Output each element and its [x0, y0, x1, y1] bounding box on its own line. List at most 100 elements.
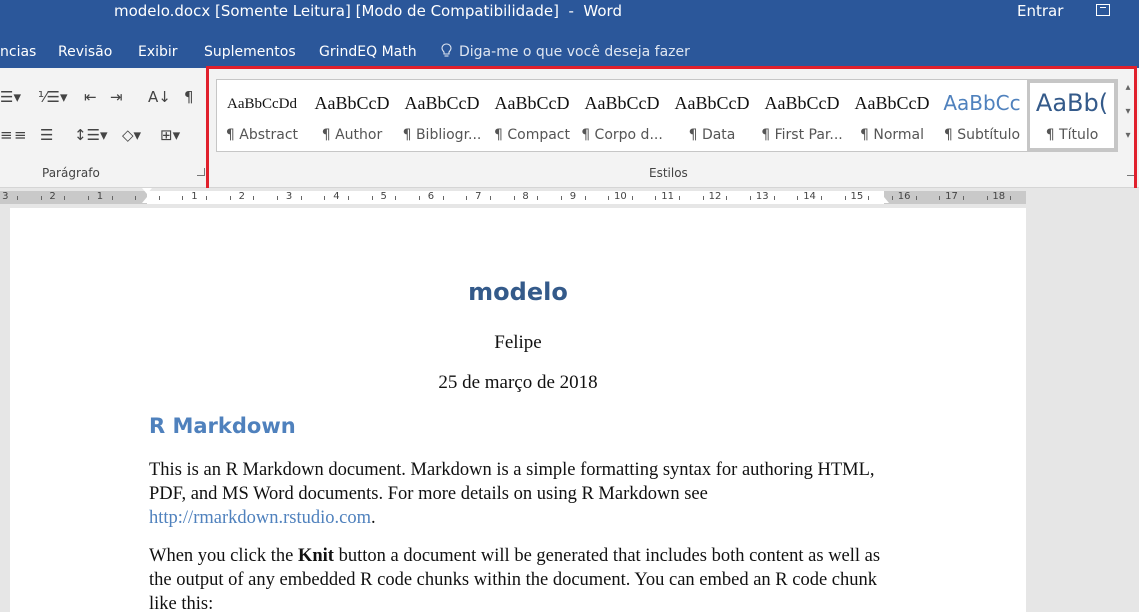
sort-icon[interactable]: A↓ [148, 88, 171, 106]
ruler-tick [277, 196, 278, 200]
shading-icon[interactable]: ◇▾ [122, 126, 141, 144]
sign-in-link[interactable]: Entrar [1017, 2, 1063, 20]
paragraph-2-before: When you click the [149, 546, 298, 566]
style-sample: AaBbCcD [584, 93, 660, 113]
scroll-down-icon[interactable]: ▾ [1122, 103, 1134, 121]
align-right-icon[interactable]: ≡ [14, 126, 27, 144]
style-name: ¶ Abstract [225, 127, 299, 143]
style-first-paragraph[interactable]: AaBbCcD ¶ First Par... [757, 80, 847, 151]
style-abstract[interactable]: AaBbCcDd ¶ Abstract [217, 80, 307, 151]
decrease-indent-icon[interactable]: ⇤ [84, 88, 97, 106]
group-separator [208, 72, 209, 180]
document-page[interactable]: modelo Felipe 25 de março de 2018 R Mark… [10, 208, 1026, 612]
ruler-tick [632, 196, 633, 200]
ruler-tick [868, 196, 869, 200]
style-sample: AaBb( [1035, 89, 1109, 117]
ribbon: ☰▾ ⅟☰▾ ⇤ ⇥ A↓ ¶ ≡ ≡ ☰ ↕☰▾ ◇▾ ⊞▾ Parágraf… [0, 68, 1139, 188]
style-name: ¶ Compact [494, 127, 570, 143]
tab-exibir[interactable]: Exibir [138, 44, 178, 60]
ruler-tick [466, 196, 467, 200]
styles-launcher-icon[interactable] [1127, 168, 1135, 176]
styles-gallery: AaBbCcDd ¶ Abstract AaBbCcD ¶ Author AaB… [216, 79, 1118, 152]
style-compact[interactable]: AaBbCcD ¶ Compact [487, 80, 577, 151]
align-center-icon[interactable]: ≡ [0, 126, 13, 144]
document-date: 25 de março de 2018 [438, 372, 598, 393]
ruler-tick [537, 196, 538, 200]
right-indent-marker[interactable] [879, 197, 889, 203]
ruler-tick [372, 196, 373, 200]
ribbon-tabs: ncias Revisão Exibir Suplementos GrindEQ… [0, 36, 1139, 68]
paragraph-launcher-icon[interactable] [197, 168, 205, 176]
numbering-icon[interactable]: ⅟☰▾ [38, 88, 68, 106]
first-line-indent-marker[interactable] [142, 188, 152, 194]
document-title: modelo [468, 278, 568, 306]
restore-icon[interactable] [1096, 4, 1110, 16]
style-sample: AaBbCcD [314, 93, 390, 113]
style-normal[interactable]: AaBbCcD ¶ Normal [847, 80, 937, 151]
borders-icon[interactable]: ⊞▾ [160, 126, 180, 144]
tab-suplementos[interactable]: Suplementos [204, 44, 296, 60]
more-styles-icon[interactable]: ▾ [1122, 127, 1134, 145]
style-name: ¶ Título [1045, 127, 1099, 143]
ruler-tick [963, 196, 964, 200]
tell-me-text: Diga-me o que você deseja fazer [459, 44, 690, 60]
style-name: ¶ First Par... [761, 127, 843, 143]
style-author[interactable]: AaBbCcD ¶ Author [307, 80, 397, 151]
ruler-tick [585, 196, 586, 200]
ruler-tick [1010, 196, 1011, 200]
ruler-number: 17 [945, 191, 958, 202]
tab-grindeq-math[interactable]: GrindEQ Math [319, 44, 417, 60]
tab-referencias[interactable]: ncias [0, 44, 36, 60]
increase-indent-icon[interactable]: ⇥ [110, 88, 123, 106]
paragraph-group: ☰▾ ⅟☰▾ ⇤ ⇥ A↓ ¶ ≡ ≡ ☰ ↕☰▾ ◇▾ ⊞▾ Parágraf… [0, 68, 210, 188]
style-subtitulo[interactable]: AaBbCc ¶ Subtítulo [937, 80, 1027, 151]
ruler-tick [774, 196, 775, 200]
ruler-tick [64, 196, 65, 200]
ruler-number: 3 [285, 191, 293, 202]
knit-bold: Knit [297, 546, 334, 566]
ruler-tick [845, 196, 846, 200]
ruler-number: 1 [191, 191, 198, 202]
style-name: ¶ Bibliogr... [402, 127, 482, 143]
ruler-tick [230, 196, 231, 200]
ruler-tick [17, 196, 18, 200]
show-marks-icon[interactable]: ¶ [184, 88, 194, 106]
bullets-icon[interactable]: ☰▾ [0, 88, 21, 106]
style-name: ¶ Normal [859, 127, 924, 143]
ruler-tick [112, 196, 113, 200]
style-name: ¶ Subtítulo [943, 127, 1021, 143]
style-bibliografia[interactable]: AaBbCcD ¶ Bibliogr... [397, 80, 487, 151]
ruler-tick [324, 196, 325, 200]
ruler-tick [490, 196, 491, 200]
style-sample: AaBbCcDd [227, 96, 297, 112]
ruler-tick [419, 196, 420, 200]
ruler-number: 10 [614, 191, 627, 202]
ruler-tick [514, 196, 515, 200]
style-titulo[interactable]: AaBb( ¶ Título [1027, 80, 1117, 151]
ruler-tick [206, 196, 207, 200]
window-title: modelo.docx [Somente Leitura] [Modo de C… [114, 2, 622, 20]
ruler-tick [987, 196, 988, 200]
tab-revisao[interactable]: Revisão [58, 44, 112, 60]
justify-icon[interactable]: ☰ [40, 126, 53, 144]
ruler-number: 12 [708, 191, 722, 202]
document-author: Felipe [494, 332, 542, 353]
title-bar: modelo.docx [Somente Leitura] [Modo de C… [0, 0, 1139, 36]
ruler-tick [301, 196, 302, 200]
style-corpo-do-texto[interactable]: AaBbCcD ¶ Corpo d... [577, 80, 667, 151]
tell-me-search[interactable]: Diga-me o que você deseja fazer [440, 43, 690, 60]
rmarkdown-link[interactable]: http://rmarkdown.rstudio.com [149, 508, 371, 528]
ruler-number: 2 [238, 191, 245, 202]
line-spacing-icon[interactable]: ↕☰▾ [74, 126, 108, 144]
style-sample: AaBbCcD [404, 93, 480, 113]
style-data[interactable]: AaBbCcD ¶ Data [667, 80, 757, 151]
horizontal-ruler[interactable]: 3 2 1 1 2 3 4 5 6 7 8 9 10 11 12 13 14 15 16 17 18 [0, 188, 1139, 208]
ruler-tick [561, 196, 562, 200]
ruler-number: 7 [475, 191, 482, 202]
ruler-tick [348, 196, 349, 200]
scroll-up-icon[interactable]: ▴ [1122, 79, 1134, 97]
ruler-tick [443, 196, 444, 200]
hanging-indent-marker[interactable] [142, 197, 152, 203]
ruler-tick [135, 196, 136, 200]
ruler-tick [892, 196, 893, 200]
